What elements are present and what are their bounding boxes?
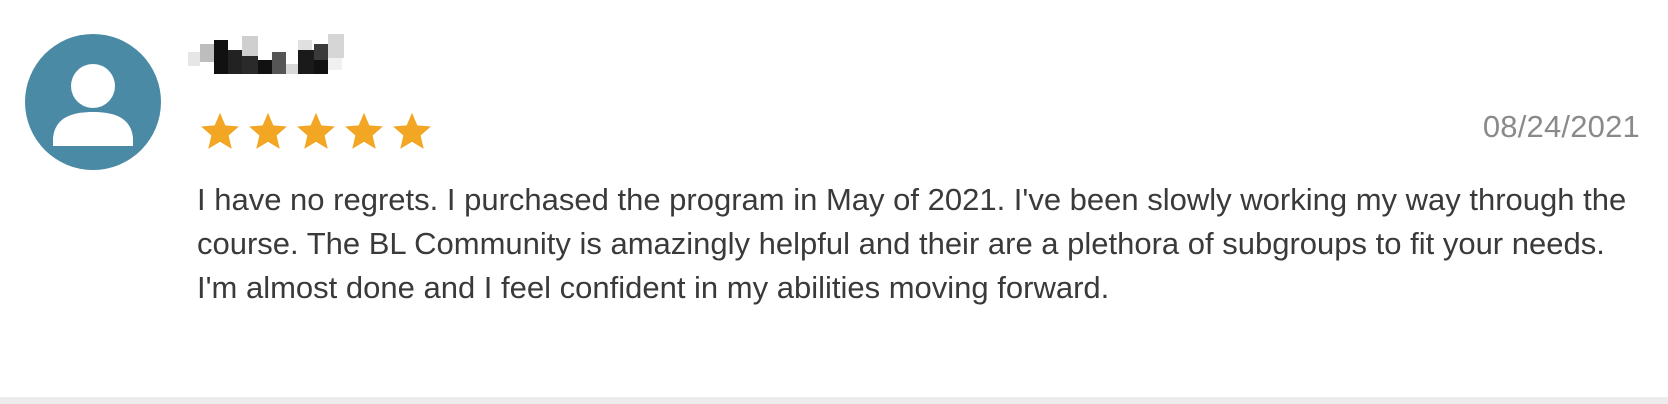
star-icon: [297, 112, 335, 149]
user-avatar-icon: [25, 34, 161, 170]
review-date: 08/24/2021: [1482, 109, 1640, 144]
star-icon: [345, 112, 383, 149]
review-text: I have no regrets. I purchased the progr…: [197, 182, 1627, 305]
star-icon: [249, 112, 287, 149]
review-card: 08/24/2021 I have no regrets. I purchase…: [0, 0, 1668, 404]
star-icon: [393, 112, 431, 149]
star-icon: [201, 112, 239, 149]
divider: [0, 397, 1668, 404]
star-rating: [198, 110, 434, 158]
reviewer-name-redacted: [188, 30, 378, 86]
